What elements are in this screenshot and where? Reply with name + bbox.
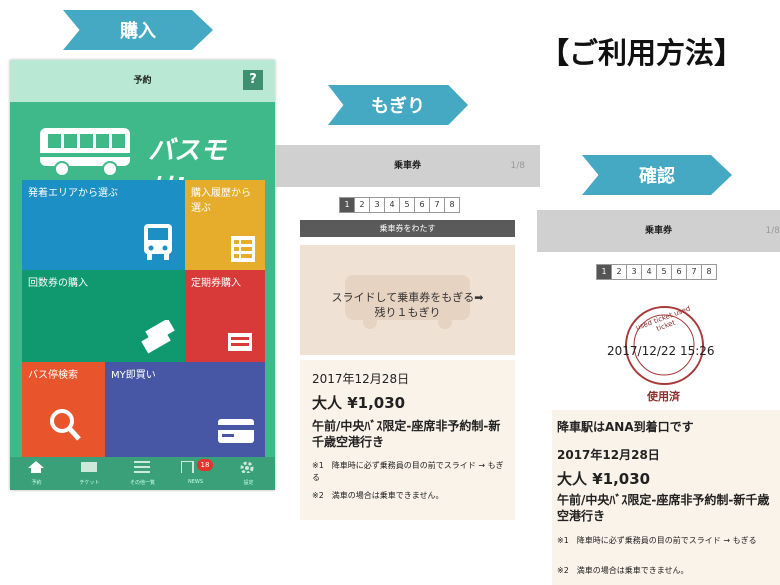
news-icon (181, 461, 194, 473)
list-icon (231, 236, 255, 262)
tile-bus-stop-search[interactable]: バス停検索 (22, 362, 105, 457)
news-count-badge: 18 (197, 459, 213, 471)
page-button[interactable]: 2 (354, 197, 370, 213)
tile-label: 購入履歴から選ぶ (191, 188, 251, 214)
stamp-datetime: 2017/12/22 15:26 (607, 344, 715, 358)
page-button[interactable]: 4 (384, 197, 400, 213)
tile-label: MY即買い (111, 370, 156, 381)
ticket-header: 乗車券 1/8 (275, 145, 540, 187)
page-button[interactable]: 1 (596, 264, 612, 280)
tile-label: バス停検索 (28, 370, 78, 381)
tile-purchase-history[interactable]: 購入履歴から選ぶ (185, 180, 265, 270)
bus-front-icon (144, 224, 172, 260)
tile-coupon-purchase[interactable]: 回数券の購入 (22, 270, 185, 362)
app-logo: バスモリ! (40, 128, 255, 203)
header-title: 乗車券 (393, 161, 421, 171)
ticket-header: 乗車券 1/8 (537, 210, 780, 252)
header-title: 乗車券 (644, 226, 672, 236)
ticket-note-2: ※2 満車の場合は乗車できません。 (557, 566, 689, 575)
ticket-note-1: ※1 降車時に必ず乗務員の目の前でスライド → もぎる (312, 461, 504, 482)
tile-label: 定期券購入 (191, 278, 241, 289)
tab-label: その他一覧 (129, 480, 155, 486)
ticket-fare: 大人 ¥1,030 (312, 394, 406, 412)
stamp-status: 使用済 (647, 390, 680, 403)
tab-label: NEWS (187, 479, 204, 485)
handover-bar: 乗車券をわたす (300, 220, 515, 237)
page-button[interactable]: 1 (339, 197, 355, 213)
page-button[interactable]: 5 (399, 197, 415, 213)
page-button[interactable]: 8 (444, 197, 460, 213)
ticket-stub-swipe[interactable]: スライドして乗車券をもぎる➡ 残り１もぎり (300, 245, 515, 355)
page-button[interactable]: 6 (414, 197, 430, 213)
ticket-fare: 大人 ¥1,030 (557, 470, 651, 488)
home-icon (28, 461, 44, 473)
tile-commuter-pass[interactable]: 定期券購入 (185, 270, 265, 362)
phone-confirm-screen: 乗車券 1/8 1 2 3 4 5 6 7 8 used ticket used… (537, 210, 780, 585)
gear-icon (240, 461, 254, 473)
credit-card-icon (218, 419, 254, 443)
remaining-count: 残り１もぎり (374, 306, 441, 319)
help-button[interactable]: ? (243, 70, 263, 90)
tab-label: チケット (79, 480, 100, 486)
page-button[interactable]: 4 (641, 264, 657, 280)
tab-reserve[interactable]: 予約 (10, 457, 63, 490)
step-purchase-arrow: 購入 (63, 10, 213, 50)
app-header: 予約 ? (10, 60, 275, 102)
page-indicator: 1/8 (765, 226, 780, 236)
phone-tear-screen: 乗車券 1/8 1 2 3 4 5 6 7 8 乗車券をわたす スライドして乗車… (275, 145, 540, 520)
page-button[interactable]: 7 (429, 197, 445, 213)
page-button[interactable]: 3 (369, 197, 385, 213)
header-title: 予約 (133, 76, 152, 86)
page-button[interactable]: 5 (656, 264, 672, 280)
ticket-date: 2017年12月28日 (557, 448, 660, 462)
bottom-tab-bar: 予約 チケット その他一覧 18 NEWS 設定 (10, 457, 275, 490)
tab-news[interactable]: 18 NEWS (169, 457, 222, 490)
tab-other-list[interactable]: その他一覧 (116, 457, 169, 490)
tile-label: 回数券の購入 (28, 278, 88, 289)
tab-settings[interactable]: 設定 (222, 457, 275, 490)
step-confirm-label: 確認 (639, 166, 675, 187)
tab-ticket[interactable]: チケット (63, 457, 116, 490)
ticket-note-1: ※1 降車時に必ず乗務員の目の前でスライド → もぎる (557, 536, 757, 545)
pass-card-icon (228, 333, 252, 351)
ticket-route: 午前/中央ﾊﾞｽ限定-座席非予約制-新千歳空港行き (312, 419, 501, 449)
step-tear-arrow: もぎり (328, 85, 468, 125)
arrival-notice: 降車駅はANA到着口です (557, 420, 694, 434)
phone-purchase-screen: 予約 ? バスモリ! 発着エリアから選ぶ 購入履歴から選ぶ 回数券の購入 (10, 60, 275, 490)
ticket-pagination: 1 2 3 4 5 6 7 8 (339, 197, 460, 213)
ticket-route: 午前/中央ﾊﾞｽ限定-座席非予約制-新千歳空港行き (557, 493, 770, 523)
bus-logo-icon (40, 128, 130, 177)
tile-my-quick-buy[interactable]: MY即買い (105, 362, 265, 457)
ticket-note-2: ※2 満車の場合は乗車できません。 (312, 491, 444, 500)
ticket-details: 降車駅はANA到着口です 2017年12月28日 大人 ¥1,030 午前/中央… (552, 410, 780, 585)
page-title: 【ご利用方法】 (540, 36, 744, 70)
ticket-date: 2017年12月28日 (312, 372, 410, 386)
search-icon (50, 409, 81, 441)
page-indicator: 1/8 (510, 161, 525, 171)
step-confirm-arrow: 確認 (582, 155, 732, 195)
page-button[interactable]: 3 (626, 264, 642, 280)
tile-select-area[interactable]: 発着エリアから選ぶ (22, 180, 185, 270)
ticket-pagination: 1 2 3 4 5 6 7 8 (596, 264, 717, 280)
ticket-details: 2017年12月28日 大人 ¥1,030 午前/中央ﾊﾞｽ限定-座席非予約制-… (300, 360, 515, 520)
page-button[interactable]: 6 (671, 264, 687, 280)
page-button[interactable]: 7 (686, 264, 702, 280)
swipe-instruction: スライドして乗車券をもぎる➡ (331, 291, 484, 304)
tab-label: 設定 (243, 480, 254, 486)
tile-label: 発着エリアから選ぶ (28, 188, 118, 199)
tickets-icon (141, 320, 175, 354)
menu-list-icon (134, 461, 150, 473)
step-purchase-label: 購入 (120, 21, 156, 42)
page-button[interactable]: 2 (611, 264, 627, 280)
step-tear-label: もぎり (371, 96, 425, 117)
page-button[interactable]: 8 (701, 264, 717, 280)
ticket-icon (81, 462, 97, 472)
tab-label: 予約 (31, 480, 42, 486)
